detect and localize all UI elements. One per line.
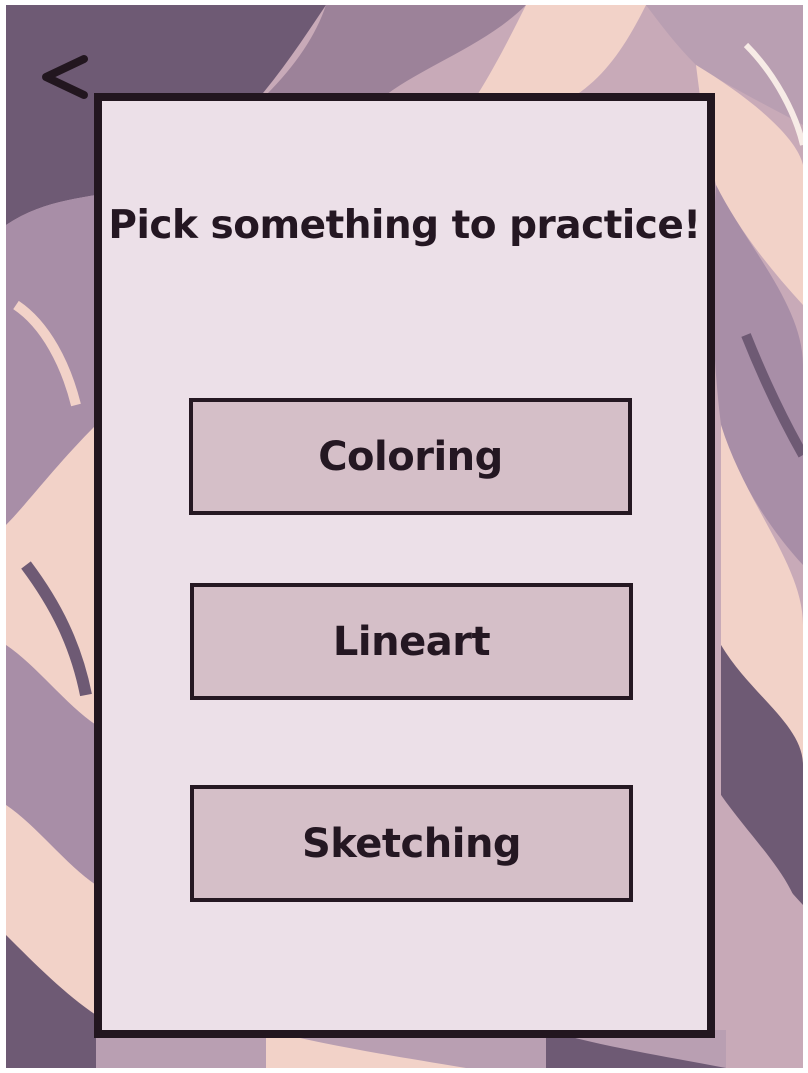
page-title: Pick something to practice! [108,203,701,248]
chevron-left-icon [42,55,88,99]
sketching-button[interactable]: Sketching [190,785,633,902]
lineart-button-label: Lineart [332,618,491,665]
sketching-button-label: Sketching [301,820,522,867]
practice-picker-panel: Pick something to practice! Coloring Lin… [94,93,715,1038]
app-screen: Pick something to practice! Coloring Lin… [6,5,803,1068]
back-button[interactable] [36,51,94,103]
coloring-button[interactable]: Coloring [189,398,632,515]
lineart-button[interactable]: Lineart [190,583,633,700]
coloring-button-label: Coloring [318,433,503,480]
